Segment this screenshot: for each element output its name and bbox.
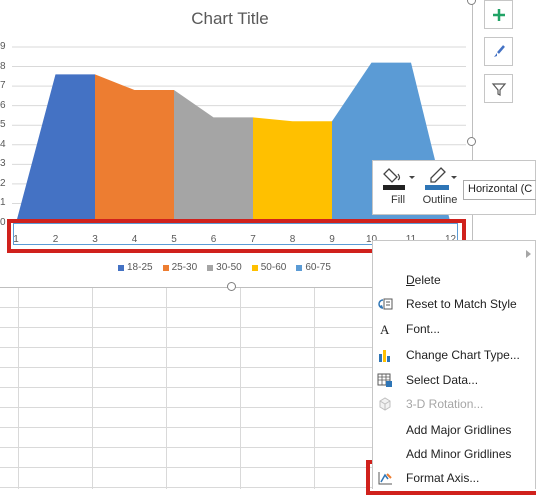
menu-item-label: Add Minor Gridlines xyxy=(406,447,512,461)
chart-filters-button[interactable] xyxy=(484,74,513,103)
legend-entry[interactable]: 25-30 xyxy=(162,262,198,273)
legend-entry[interactable]: 60-75 xyxy=(296,262,331,273)
legend-swatch xyxy=(251,264,258,271)
menu-item-change-chart-type[interactable]: Change Chart Type... xyxy=(373,343,536,367)
menu-item-label: Font... xyxy=(406,322,441,336)
legend-label: 18-25 xyxy=(127,262,153,273)
menu-item-add-minor-gridlines[interactable]: Add Minor Gridlines xyxy=(373,442,536,466)
fill-label: Fill xyxy=(390,194,406,206)
fill-bucket-icon xyxy=(383,168,415,190)
menu-item-label: Select Data... xyxy=(406,373,479,387)
y-tick-label: 3 xyxy=(0,158,6,170)
select-data-icon xyxy=(377,373,392,387)
menu-item-label: Reset to Match Style xyxy=(406,297,517,311)
chart-legend[interactable]: 18-25 25-30 30-50 50-60 60-75 xyxy=(118,262,331,273)
y-tick-label: 1 xyxy=(0,197,6,209)
legend-swatch xyxy=(296,264,303,271)
menu-item-add-major-gridlines[interactable]: Add Major Gridlines xyxy=(373,418,536,442)
chart-elements-button[interactable] xyxy=(484,0,513,29)
menu-item-label: 3-D Rotation... xyxy=(406,397,484,411)
outline-button[interactable]: Outline xyxy=(417,165,463,206)
legend-swatch xyxy=(162,264,169,271)
resize-handle[interactable] xyxy=(467,137,476,146)
outline-pen-icon xyxy=(425,167,457,190)
legend-label: 25-30 xyxy=(171,262,198,273)
y-tick-label: 8 xyxy=(0,60,6,72)
y-tick-label: 2 xyxy=(0,177,6,189)
y-tick-label: 5 xyxy=(0,119,6,131)
legend-entry[interactable]: 18-25 xyxy=(118,262,153,273)
y-tick-label: 9 xyxy=(0,41,6,52)
format-axis-icon xyxy=(378,472,392,485)
legend-label: 30-50 xyxy=(216,262,242,273)
font-icon: A xyxy=(380,322,390,337)
y-tick-label: 4 xyxy=(0,138,6,150)
menu-item-reset-style[interactable]: Reset to Match Style xyxy=(373,292,536,316)
menu-item-label: Format Axis... xyxy=(406,471,480,485)
chart-styles-button[interactable] xyxy=(484,37,513,66)
fill-button[interactable]: Fill xyxy=(375,165,421,206)
plus-icon xyxy=(492,8,505,21)
3d-rotation-icon xyxy=(379,397,391,411)
legend-swatch xyxy=(207,264,214,271)
chart-element-combo[interactable]: Horizontal (C xyxy=(463,180,536,200)
menu-item-label: elete xyxy=(414,273,441,287)
legend-swatch xyxy=(118,264,124,271)
submenu-arrow-icon xyxy=(526,250,531,258)
reset-style-icon xyxy=(378,298,393,310)
menu-item-delete[interactable]: Delete xyxy=(373,268,536,292)
y-tick-label: 7 xyxy=(0,80,6,92)
brush-icon xyxy=(493,44,505,57)
svg-text:A: A xyxy=(380,322,390,337)
menu-item-label: Add Major Gridlines xyxy=(406,423,512,437)
menu-item-select-data[interactable]: Select Data... xyxy=(373,368,536,392)
legend-label: 60-75 xyxy=(305,262,331,273)
resize-handle[interactable] xyxy=(467,0,476,5)
menu-item-label: Change Chart Type... xyxy=(406,348,520,362)
context-menu: Delete Reset to Match Style A Font... Ch… xyxy=(372,240,536,489)
menu-item-format-axis[interactable]: Format Axis... xyxy=(373,466,536,490)
chart-type-icon xyxy=(379,350,390,362)
mini-toolbar: Fill Outline Horizontal (C xyxy=(372,160,536,215)
menu-item-3d-rotation[interactable]: 3-D Rotation... xyxy=(373,392,536,416)
y-tick-label: 6 xyxy=(0,99,6,111)
resize-handle[interactable] xyxy=(227,282,236,291)
menu-item-font[interactable]: A Font... xyxy=(373,317,536,341)
outline-label: Outline xyxy=(422,194,458,206)
legend-entry[interactable]: 50-60 xyxy=(251,262,287,273)
filter-icon xyxy=(491,82,506,96)
legend-entry[interactable]: 30-50 xyxy=(207,262,242,273)
legend-label: 50-60 xyxy=(260,262,287,273)
